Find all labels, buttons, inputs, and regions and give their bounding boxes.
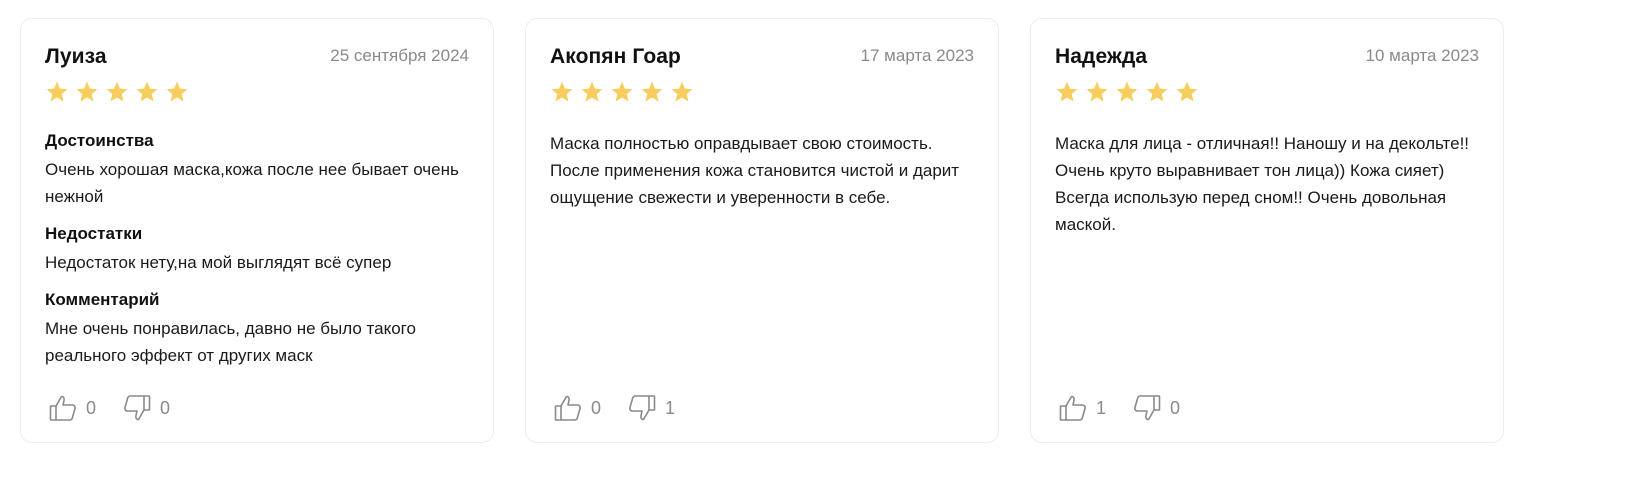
star-icon: [581, 81, 603, 102]
review-body: Маска для лица - отличная!! Наношу и на …: [1055, 130, 1479, 238]
review-date: 25 сентября 2024: [330, 46, 469, 65]
review-body: Достоинства Очень хорошая маска,кожа пос…: [45, 131, 469, 369]
star-icon: [166, 81, 188, 102]
star-icon: [1056, 81, 1078, 102]
like-count: 0: [591, 397, 602, 418]
star-icon: [551, 81, 573, 102]
section-title: Достоинства: [45, 131, 154, 150]
review-card: Луиза 25 сентября 2024 Достоинства Очень…: [20, 18, 494, 443]
dislike-count: 0: [160, 397, 171, 418]
star-icon: [136, 81, 158, 102]
review-card: Надежда 10 марта 2023 Маска для лица - о…: [1030, 18, 1504, 443]
review-card: Акопян Гоар 17 марта 2023 Маска полность…: [525, 18, 999, 443]
review-header: Луиза 25 сентября 2024: [45, 45, 469, 71]
review-text: Маска для лица - отличная!! Наношу и на …: [1055, 134, 1470, 234]
review-date: 10 марта 2023: [1365, 46, 1479, 65]
like-count: 0: [86, 397, 97, 418]
review-header: Надежда 10 марта 2023: [1055, 45, 1479, 71]
dislike-button[interactable]: 0: [122, 393, 170, 423]
thumbs-up-icon: [48, 393, 78, 423]
star-icon: [1116, 81, 1138, 102]
review-date: 17 марта 2023: [860, 46, 974, 65]
dislike-count: 0: [1170, 397, 1181, 418]
like-count: 1: [1096, 397, 1107, 418]
rating-stars: [45, 79, 469, 105]
star-icon: [641, 81, 663, 102]
thumbs-up-icon: [1058, 393, 1088, 423]
reviews-list: Луиза 25 сентября 2024 Достоинства Очень…: [20, 18, 1504, 443]
thumbs-down-icon: [1132, 393, 1162, 423]
review-author: Надежда: [1055, 45, 1148, 68]
review-section-cons: Недостатки Недостаток нету,на мой выгляд…: [45, 224, 469, 276]
section-text: Очень хорошая маска,кожа после нее бывае…: [45, 160, 459, 206]
star-icon: [1146, 81, 1168, 102]
review-votes: 0 1: [553, 393, 675, 423]
review-section-pros: Достоинства Очень хорошая маска,кожа пос…: [45, 131, 469, 210]
review-votes: 1 0: [1058, 393, 1180, 423]
star-icon: [1086, 81, 1108, 102]
review-section-comment: Комментарий Мне очень понравилась, давно…: [45, 290, 469, 369]
dislike-count: 1: [665, 397, 676, 418]
section-title: Недостатки: [45, 224, 143, 243]
star-icon: [671, 81, 693, 102]
review-header: Акопян Гоар 17 марта 2023: [550, 45, 974, 71]
like-button[interactable]: 0: [553, 393, 601, 423]
thumbs-up-icon: [553, 393, 583, 423]
star-icon: [611, 81, 633, 102]
star-icon: [76, 81, 98, 102]
rating-stars: [1055, 79, 1479, 105]
dislike-button[interactable]: 1: [627, 393, 675, 423]
rating-stars: [550, 79, 974, 105]
review-author: Луиза: [45, 45, 107, 68]
section-text: Недостаток нету,на мой выглядят всё супе…: [45, 253, 392, 272]
review-author: Акопян Гоар: [550, 45, 681, 68]
like-button[interactable]: 1: [1058, 393, 1106, 423]
star-icon: [46, 81, 68, 102]
section-text: Мне очень понравилась, давно не было так…: [45, 319, 416, 365]
review-votes: 0 0: [48, 393, 170, 423]
section-title: Комментарий: [45, 290, 160, 309]
dislike-button[interactable]: 0: [1132, 393, 1180, 423]
review-body: Маска полностью оправдывает свою стоимос…: [550, 130, 974, 211]
star-icon: [106, 81, 128, 102]
like-button[interactable]: 0: [48, 393, 96, 423]
star-icon: [1176, 81, 1198, 102]
review-text: Маска полностью оправдывает свою стоимос…: [550, 134, 960, 207]
thumbs-down-icon: [122, 393, 152, 423]
thumbs-down-icon: [627, 393, 657, 423]
